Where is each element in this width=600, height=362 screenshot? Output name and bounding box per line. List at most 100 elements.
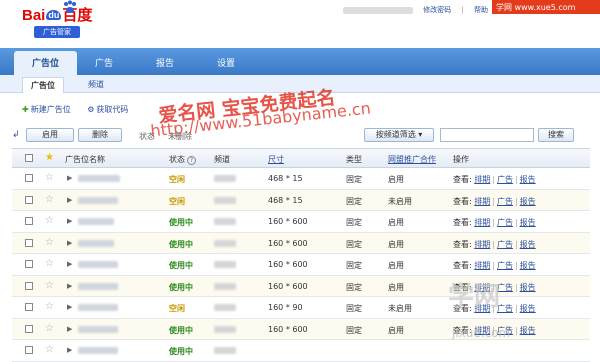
baidu-logo[interactable]: Bai du 百度 广告管家 <box>22 4 92 38</box>
star-icon[interactable]: ☆ <box>45 344 54 355</box>
expand-arrow-icon[interactable]: ▶ <box>67 239 72 247</box>
delete-button[interactable]: 删除 <box>78 128 122 142</box>
star-icon[interactable]: ★ <box>45 152 54 163</box>
report-link[interactable]: 报告 <box>520 175 536 184</box>
subnav-ad-slots[interactable]: 广告位 <box>22 77 64 93</box>
ad-slot-name-blurred[interactable] <box>78 261 118 268</box>
separator: | <box>492 218 495 227</box>
get-code-link[interactable]: ⚙ 获取代码 <box>87 104 128 115</box>
refresh-icon[interactable]: ↲ <box>12 130 20 140</box>
star-icon[interactable]: ☆ <box>45 194 54 205</box>
tab-reports[interactable]: 报告 <box>156 56 174 69</box>
schedule-link[interactable]: 排期 <box>474 240 490 249</box>
col-type-header[interactable]: 类型 <box>346 154 362 165</box>
enable-button[interactable]: 启用 <box>26 128 74 142</box>
status-badge: 使用中 <box>169 239 193 249</box>
top-links: 修改密码 | 帮助 <box>335 5 488 15</box>
expand-arrow-icon[interactable]: ▶ <box>67 196 72 204</box>
change-password-link[interactable]: 修改密码 <box>423 6 451 14</box>
ad-slot-name-blurred[interactable] <box>78 218 114 225</box>
channel-name-blurred <box>214 304 236 311</box>
schedule-link[interactable]: 排期 <box>474 175 490 184</box>
size-value: 160 * 600 <box>268 281 308 291</box>
star-icon[interactable]: ☆ <box>45 258 54 269</box>
expand-arrow-icon[interactable]: ▶ <box>67 346 72 354</box>
report-link[interactable]: 报告 <box>520 218 536 227</box>
help-link[interactable]: 帮助 <box>474 6 488 14</box>
expand-arrow-icon[interactable]: ▶ <box>67 260 72 268</box>
row-checkbox[interactable] <box>25 195 33 204</box>
union-value: 启用 <box>388 218 404 227</box>
ad-slot-name-blurred[interactable] <box>78 196 118 204</box>
ad-slot-name-blurred[interactable] <box>78 325 118 333</box>
star-icon[interactable]: ☆ <box>45 215 54 226</box>
new-ad-slot-link[interactable]: ✚ 新建广告位 <box>22 104 71 115</box>
channel-filter-dropdown[interactable]: 按频道筛选 ▾ <box>364 128 434 142</box>
col-size-header[interactable]: 尺寸 <box>268 154 284 165</box>
size-value: 160 * 90 <box>268 303 303 312</box>
row-checkbox[interactable] <box>25 281 33 290</box>
row-checkbox[interactable] <box>25 238 33 247</box>
separator: | <box>514 175 518 184</box>
status-filter-value[interactable]: 未删除 <box>168 131 192 142</box>
ads-link[interactable]: 广告 <box>497 218 513 227</box>
star-icon[interactable]: ☆ <box>45 172 54 183</box>
channel-name-blurred <box>214 325 236 333</box>
ads-link[interactable]: 广告 <box>497 175 513 184</box>
channel-name-blurred <box>214 261 236 268</box>
select-all-checkbox[interactable] <box>25 154 33 162</box>
schedule-link[interactable]: 排期 <box>474 218 490 227</box>
expand-arrow-icon[interactable]: ▶ <box>67 174 72 182</box>
ad-slot-name-blurred[interactable] <box>78 304 118 311</box>
row-checkbox[interactable] <box>25 174 33 182</box>
col-union-header[interactable]: 网盟推广合作 <box>388 154 436 165</box>
expand-arrow-icon[interactable]: ▶ <box>67 217 72 225</box>
ad-slot-name-blurred[interactable] <box>78 175 120 182</box>
size-value: 160 * 600 <box>268 238 308 248</box>
col-status-header[interactable]: 状态? <box>169 154 196 165</box>
separator: | <box>514 196 518 206</box>
expand-arrow-icon[interactable]: ▶ <box>67 282 72 290</box>
ads-link[interactable]: 广告 <box>497 197 513 206</box>
username-blurred <box>342 6 413 14</box>
report-link[interactable]: 报告 <box>520 304 536 313</box>
star-icon[interactable]: ☆ <box>45 323 54 334</box>
size-value: 468 * 15 <box>268 174 303 183</box>
search-input[interactable] <box>440 128 534 142</box>
row-checkbox[interactable] <box>25 260 33 268</box>
schedule-link[interactable]: 排期 <box>474 261 490 270</box>
subnav-channels[interactable]: 频道 <box>88 79 104 90</box>
tab-settings[interactable]: 设置 <box>217 56 235 69</box>
paw-icon <box>64 0 76 13</box>
ads-link[interactable]: 广告 <box>497 240 513 249</box>
row-checkbox[interactable] <box>25 324 33 333</box>
report-link[interactable]: 报告 <box>520 283 536 292</box>
plus-icon: ✚ <box>22 105 29 114</box>
tab-ads[interactable]: 广告 <box>95 56 113 69</box>
report-link[interactable]: 报告 <box>520 261 536 270</box>
table-row: ☆ ▶ 空闲 468 * 15 固定 未启用 查看: 排期 | 广告 | 报告 <box>12 189 590 211</box>
help-icon[interactable]: ? <box>187 156 196 165</box>
row-checkbox[interactable] <box>25 346 33 354</box>
search-button[interactable]: 搜索 <box>538 128 574 142</box>
ad-slot-name-blurred[interactable] <box>78 239 114 247</box>
star-icon[interactable]: ☆ <box>45 280 54 291</box>
star-icon[interactable]: ☆ <box>45 237 54 248</box>
report-link[interactable]: 报告 <box>520 326 536 335</box>
size-value: 160 * 600 <box>268 260 308 269</box>
row-checkbox[interactable] <box>25 303 33 311</box>
star-icon[interactable]: ☆ <box>45 301 54 312</box>
col-name-header[interactable]: 广告位名称 <box>65 154 105 165</box>
col-channel-header[interactable]: 频道 <box>214 154 230 165</box>
expand-arrow-icon[interactable]: ▶ <box>67 325 72 333</box>
ad-slot-name-blurred[interactable] <box>78 347 118 354</box>
row-checkbox[interactable] <box>25 217 33 225</box>
expand-arrow-icon[interactable]: ▶ <box>67 303 72 311</box>
schedule-link[interactable]: 排期 <box>474 197 490 206</box>
ads-link[interactable]: 广告 <box>497 261 513 270</box>
status-filter-label: 状态 <box>139 132 155 141</box>
report-link[interactable]: 报告 <box>520 197 536 206</box>
tab-ad-slots[interactable]: 广告位 <box>14 51 78 75</box>
report-link[interactable]: 报告 <box>520 240 536 249</box>
ad-slot-name-blurred[interactable] <box>78 282 118 290</box>
